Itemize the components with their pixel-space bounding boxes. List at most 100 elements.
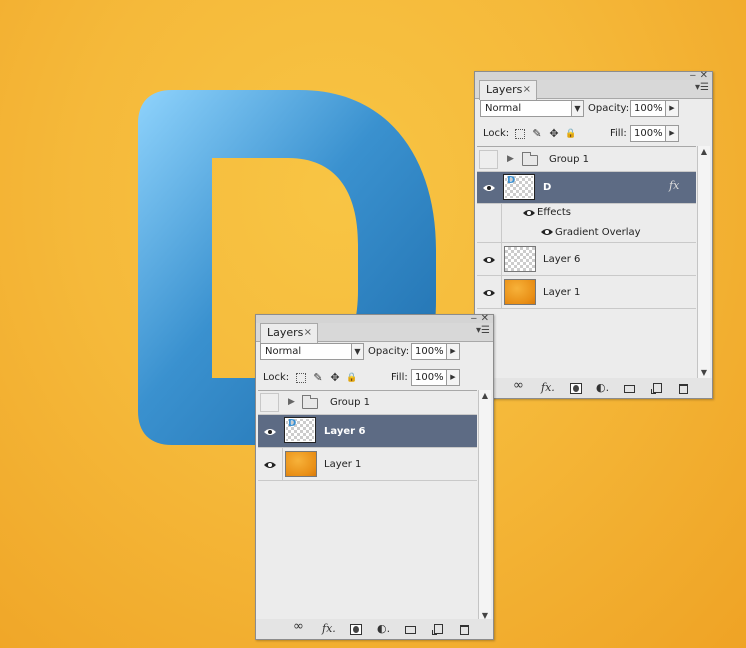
- effects-label: Effects: [537, 207, 571, 218]
- layer-row-group-1[interactable]: ▶ Group 1: [258, 391, 477, 415]
- lock-transparent-icon[interactable]: [515, 129, 525, 139]
- layer-name: D: [543, 182, 552, 193]
- adjustment-layer-icon[interactable]: ◐.: [377, 623, 390, 635]
- new-group-icon[interactable]: [405, 626, 416, 634]
- panel-menu-icon[interactable]: ▾☰: [476, 326, 490, 336]
- layer-thumbnail: [285, 451, 317, 477]
- fx-icon[interactable]: fx: [669, 179, 679, 192]
- blend-mode-value: Normal: [265, 346, 302, 357]
- eye-icon[interactable]: [260, 455, 279, 474]
- delete-layer-icon[interactable]: [679, 384, 688, 394]
- tab-layers[interactable]: Layers ×: [260, 323, 318, 343]
- fx-icon[interactable]: fx.: [541, 382, 555, 394]
- tab-close-icon[interactable]: ×: [523, 81, 531, 99]
- row-divider: [501, 223, 502, 242]
- lock-all-icon[interactable]: 🔒: [565, 128, 577, 140]
- effect-row-gradient-overlay[interactable]: Gradient Overlay: [477, 223, 696, 243]
- expand-triangle-icon[interactable]: ▶: [288, 397, 295, 407]
- layers-list: ▶ Group 1 D D fx Effects Gradient Overla…: [477, 146, 696, 379]
- lock-all-icon[interactable]: 🔒: [346, 372, 358, 384]
- opacity-label: Opacity:: [368, 346, 410, 357]
- lock-position-icon[interactable]: ✥: [548, 128, 560, 140]
- panel-menu-icon[interactable]: ▾☰: [695, 83, 709, 93]
- opacity-slider-button[interactable]: ▶: [446, 343, 460, 360]
- layers-list: ▶ Group 1 D Layer 6 Layer 1: [258, 390, 477, 622]
- row-divider: [501, 276, 502, 308]
- fill-slider-button[interactable]: ▶: [446, 369, 460, 386]
- add-mask-icon[interactable]: [570, 383, 582, 394]
- lock-position-icon[interactable]: ✥: [329, 372, 341, 384]
- opacity-slider-button[interactable]: ▶: [665, 100, 679, 117]
- new-layer-icon[interactable]: [432, 624, 443, 635]
- layer-row-layer-6[interactable]: D Layer 6: [258, 415, 477, 448]
- eye-icon[interactable]: [537, 224, 556, 243]
- tab-label: Layers: [267, 326, 304, 339]
- adjustment-layer-icon[interactable]: ◐.: [596, 382, 609, 394]
- link-layers-icon[interactable]: ∞: [513, 379, 524, 392]
- chevron-down-icon: ▼: [571, 101, 583, 116]
- thumbnail-letter: D: [288, 418, 297, 429]
- new-layer-icon[interactable]: [651, 383, 662, 394]
- layer-row-layer-1[interactable]: Layer 1: [477, 276, 696, 309]
- fill-input[interactable]: 100%: [411, 369, 449, 386]
- new-group-icon[interactable]: [624, 385, 635, 393]
- layers-panel-front: ‒ ✕ Layers × ▾☰ Normal ▼ Opacity: 100% ▶…: [255, 314, 494, 640]
- fx-icon[interactable]: fx.: [322, 623, 336, 635]
- layer-thumbnail: [504, 246, 536, 272]
- panel-tab-row: Layers × ▾☰: [256, 323, 493, 343]
- panel-tab-row: Layers × ▾☰: [475, 80, 712, 100]
- layer-name: Layer 1: [543, 287, 581, 298]
- lock-image-icon[interactable]: ✎: [531, 128, 543, 140]
- opacity-input[interactable]: 100%: [411, 343, 449, 360]
- folder-icon: [522, 152, 538, 166]
- add-mask-icon[interactable]: [350, 624, 362, 635]
- lock-label: Lock:: [263, 372, 290, 383]
- fill-input[interactable]: 100%: [630, 125, 668, 142]
- tab-close-icon[interactable]: ×: [304, 324, 312, 342]
- expand-triangle-icon[interactable]: ▶: [507, 154, 514, 164]
- row-divider: [282, 448, 283, 480]
- scroll-up-icon[interactable]: ▲: [698, 146, 710, 158]
- layer-row-layer-6[interactable]: Layer 6: [477, 243, 696, 276]
- eye-icon[interactable]: [519, 205, 538, 224]
- eye-icon[interactable]: [260, 422, 279, 441]
- layer-row-layer-1[interactable]: Layer 1: [258, 448, 477, 481]
- effect-name: Gradient Overlay: [555, 227, 641, 238]
- lock-label: Lock:: [483, 128, 510, 139]
- link-layers-icon[interactable]: ∞: [293, 620, 304, 633]
- effects-row[interactable]: Effects: [477, 204, 696, 223]
- panel-footer: ∞ fx. ◐.: [256, 619, 493, 639]
- layer-row-d[interactable]: D D fx: [477, 172, 696, 204]
- layer-thumbnail: D: [284, 417, 316, 443]
- folder-icon: [302, 395, 318, 409]
- fill-label: Fill:: [391, 372, 408, 383]
- blend-mode-value: Normal: [485, 103, 522, 114]
- delete-layer-icon[interactable]: [460, 625, 469, 635]
- opacity-label: Opacity:: [588, 103, 630, 114]
- lock-transparent-icon[interactable]: [296, 373, 306, 383]
- blend-mode-select[interactable]: Normal ▼: [260, 343, 364, 360]
- layers-scrollbar[interactable]: ▲ ▼: [478, 390, 491, 622]
- lock-image-icon[interactable]: ✎: [312, 372, 324, 384]
- panel-titlebar[interactable]: ‒ ✕: [475, 71, 712, 81]
- blend-mode-select[interactable]: Normal ▼: [480, 100, 584, 117]
- layers-scrollbar[interactable]: ▲ ▼: [697, 146, 710, 379]
- scroll-up-icon[interactable]: ▲: [479, 390, 491, 402]
- layer-row-group-1[interactable]: ▶ Group 1: [477, 147, 696, 172]
- eye-icon[interactable]: [479, 283, 498, 302]
- visibility-toggle[interactable]: [479, 150, 498, 169]
- layers-panel-back: ‒ ✕ Layers × ▾☰ Normal ▼ Opacity: 100% ▶…: [474, 71, 713, 399]
- tab-layers[interactable]: Layers ×: [479, 80, 537, 100]
- eye-icon[interactable]: [479, 250, 498, 269]
- visibility-toggle[interactable]: [260, 393, 279, 412]
- layer-name: Layer 6: [324, 426, 366, 437]
- eye-icon[interactable]: [479, 178, 498, 197]
- layer-name: Layer 1: [324, 459, 362, 470]
- layer-name: Group 1: [549, 154, 589, 165]
- layer-name: Group 1: [330, 397, 370, 408]
- chevron-down-icon: ▼: [351, 344, 363, 359]
- opacity-input[interactable]: 100%: [630, 100, 668, 117]
- row-divider: [501, 204, 502, 223]
- fill-slider-button[interactable]: ▶: [665, 125, 679, 142]
- panel-titlebar[interactable]: ‒ ✕: [256, 314, 493, 324]
